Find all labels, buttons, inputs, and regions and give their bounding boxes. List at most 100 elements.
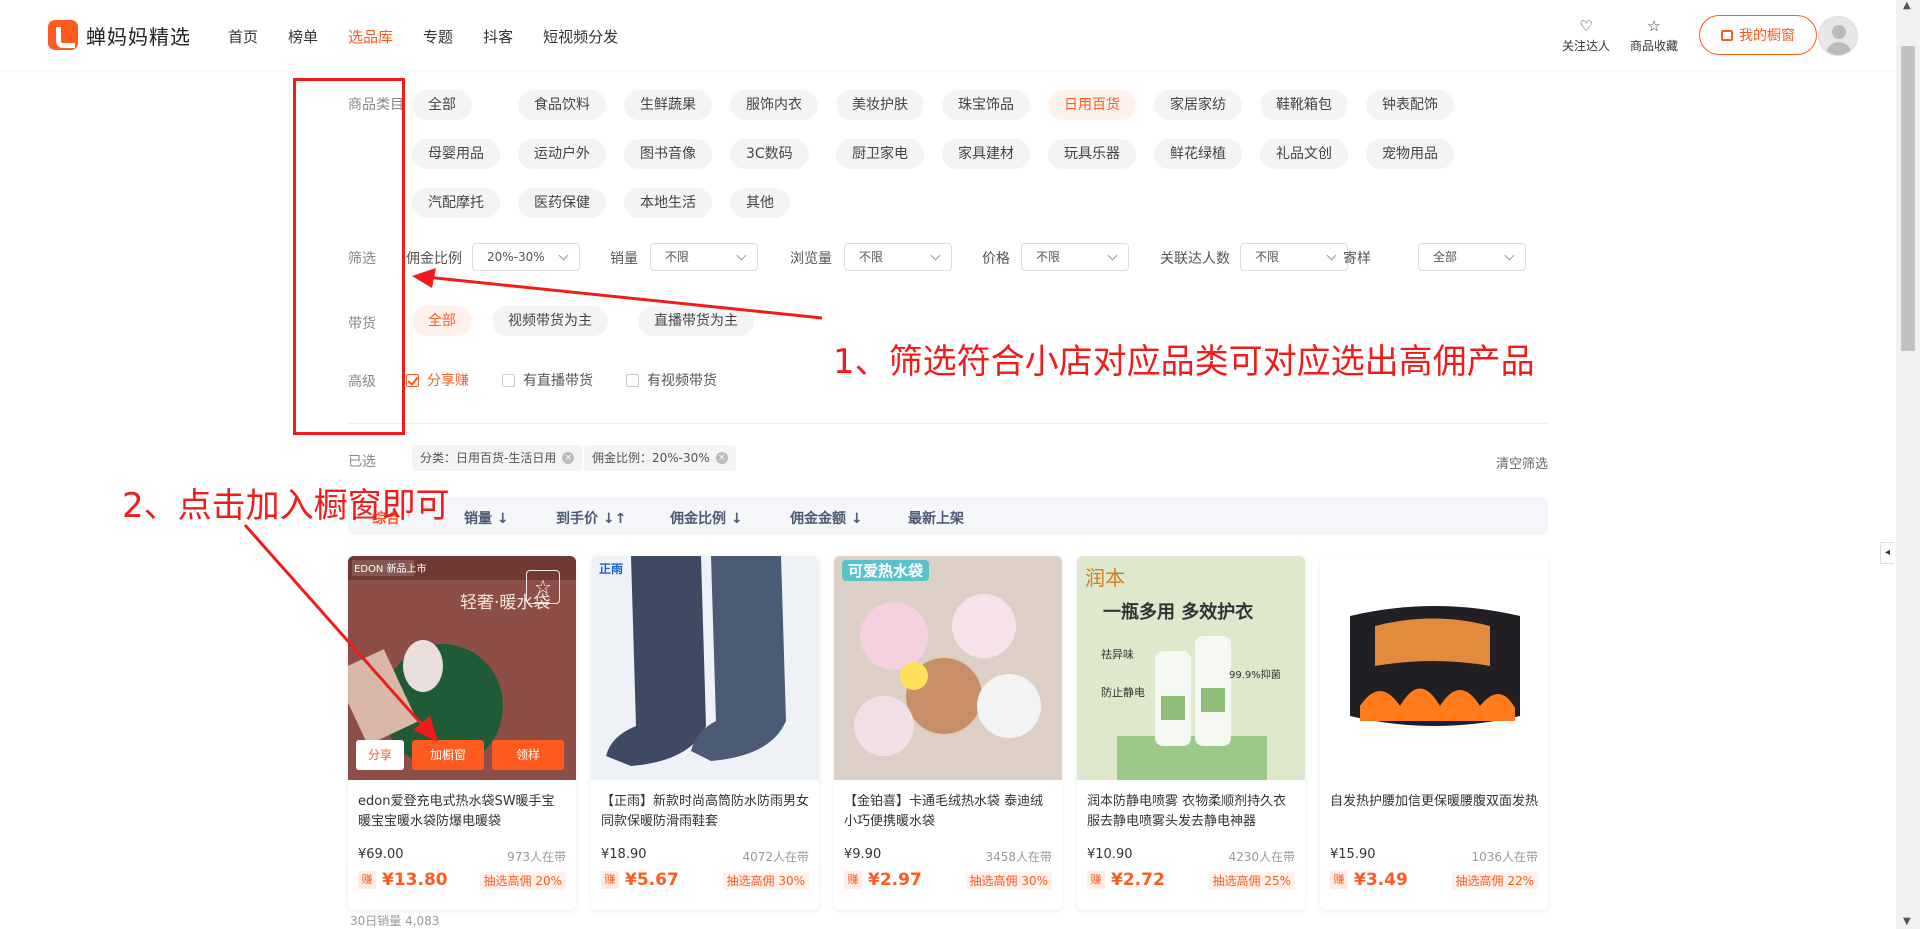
filter-select-dropdown[interactable]: 不限	[1021, 243, 1129, 271]
influencer-count: 973人在带	[507, 850, 566, 864]
category-chip[interactable]: 日用百货	[1048, 90, 1136, 120]
window-label: 我的橱窗	[1739, 28, 1795, 44]
category-chip[interactable]: 其他	[730, 188, 790, 218]
close-icon[interactable]: ×	[715, 452, 728, 464]
category-chip[interactable]: 厨卫家电	[836, 139, 924, 169]
earn-tag: 赚	[844, 871, 862, 889]
add-to-window-button[interactable]: 加橱窗	[412, 740, 484, 770]
sort-sales[interactable]: 销量 ↓	[464, 508, 509, 528]
nav-topics[interactable]: 专题	[423, 26, 453, 47]
feature-point: 祛异味	[1101, 648, 1134, 661]
product-title[interactable]: 【金铂喜】卡通毛绒热水袋 泰迪绒小巧便携暖水袋	[844, 792, 1052, 832]
filter-select-dropdown[interactable]: 不限	[650, 243, 758, 271]
filter-select-dropdown[interactable]: 全部	[1418, 243, 1526, 271]
follow-label: 关注达人	[1561, 39, 1610, 53]
checkbox-unchecked	[502, 373, 515, 387]
product-collect-button[interactable]: ☆ 商品收藏	[1624, 18, 1684, 54]
my-window-button[interactable]: 我的橱窗	[1699, 15, 1817, 55]
logo-text: 蝉妈妈精选	[86, 24, 191, 49]
earn-amount: ¥2.72	[1111, 870, 1165, 890]
avatar[interactable]	[1818, 16, 1858, 56]
goods-option-live[interactable]: 直播带货为主	[638, 306, 754, 336]
product-title[interactable]: 润本防静电喷雾 衣物柔顺剂持久衣服去静电喷雾头发去静电神器	[1087, 792, 1295, 832]
earn-row: 赚 ¥5.67	[601, 870, 679, 890]
filter-select-dropdown[interactable]: 20%-30%	[472, 243, 580, 271]
request-sample-button[interactable]: 领样	[492, 740, 564, 770]
category-chip[interactable]: 礼品文创	[1260, 139, 1348, 169]
scroll-down-arrow-icon[interactable]: ▼	[1903, 916, 1911, 927]
earn-amount: ¥2.97	[868, 870, 922, 890]
close-icon[interactable]: ×	[562, 452, 575, 464]
category-chip[interactable]: 3C数码	[730, 139, 809, 169]
category-chip[interactable]: 本地生活	[624, 188, 712, 218]
category-chip[interactable]: 珠宝饰品	[942, 90, 1030, 120]
category-chip[interactable]: 服饰内衣	[730, 90, 818, 120]
category-chip[interactable]: 食品饮料	[518, 90, 606, 120]
share-button[interactable]: 分享	[356, 740, 404, 770]
product-card[interactable]: 可爱热水袋 【金铂喜】卡通毛绒热水袋 泰迪绒小巧便携暖水袋 ¥9.90 3458…	[834, 556, 1062, 910]
nav-ranking[interactable]: 榜单	[288, 26, 318, 47]
live-goods-checkbox[interactable]: 有直播带货	[502, 370, 593, 390]
earn-amount: ¥13.80	[382, 870, 448, 890]
favorite-icon[interactable]: ☆	[526, 570, 560, 604]
category-chip[interactable]: 家居家纺	[1154, 90, 1242, 120]
category-chip[interactable]: 生鲜蔬果	[624, 90, 712, 120]
video-goods-label: 有视频带货	[647, 373, 717, 389]
product-card[interactable]: 正雨 【正雨】新款时尚高筒防水防雨男女同款保暖防滑雨鞋套 ¥18.90 4072…	[591, 556, 819, 910]
earn-row: 赚 ¥2.97	[844, 870, 922, 890]
filter-select-dropdown[interactable]: 不限	[844, 243, 952, 271]
filter-select-label: 价格	[982, 251, 1010, 267]
partial-stat: 30日销量 4,083	[350, 914, 440, 928]
sort-commission-amount[interactable]: 佣金金额 ↓	[790, 508, 863, 528]
category-chip[interactable]: 全部	[412, 90, 472, 120]
feature-point: 99.9%抑菌	[1229, 670, 1281, 681]
logo[interactable]: 蝉妈妈精选	[48, 20, 191, 50]
filter-select-label: 寄样	[1343, 251, 1371, 267]
side-collapse-handle[interactable]: ◂	[1880, 542, 1894, 564]
nav-video-distribution[interactable]: 短视频分发	[543, 26, 618, 47]
video-goods-checkbox[interactable]: 有视频带货	[626, 370, 717, 390]
product-title[interactable]: 自发热护腰加信更保暖腰腹双面发热	[1330, 792, 1538, 832]
scrollbar[interactable]: ▲ ▼	[1896, 0, 1920, 929]
share-earn-checkbox[interactable]: 分享赚	[406, 370, 469, 390]
product-card[interactable]: 润本 一瓶多用 多效护衣 祛异味 防止静电 99.9%抑菌 润本防静电喷雾 衣物…	[1077, 556, 1305, 910]
nav-home[interactable]: 首页	[228, 26, 258, 47]
selected-tag-commission[interactable]: 佣金比例：20%-30% ×	[584, 445, 736, 471]
product-card[interactable]: 自发热护腰加信更保暖腰腹双面发热 ¥15.90 1036人在带 赚 ¥3.49 …	[1320, 556, 1548, 910]
follow-influencer-button[interactable]: ♡ 关注达人	[1556, 18, 1616, 54]
logo-icon	[48, 20, 78, 50]
category-chip[interactable]: 钟表配饰	[1366, 90, 1454, 120]
category-chip[interactable]: 宠物用品	[1366, 139, 1454, 169]
product-title[interactable]: edon爱登充电式热水袋SW暖手宝暖宝宝暖水袋防爆电暖袋	[358, 792, 566, 832]
category-chip[interactable]: 鞋靴箱包	[1260, 90, 1348, 120]
category-chip[interactable]: 医药保健	[518, 188, 606, 218]
sort-newest[interactable]: 最新上架	[908, 508, 964, 528]
clear-filters-link[interactable]: 清空筛选	[1496, 453, 1548, 472]
sort-final-price[interactable]: 到手价 ↓↑	[556, 508, 626, 528]
scroll-up-arrow-icon[interactable]: ▲	[1903, 0, 1911, 11]
share-earn-label: 分享赚	[427, 373, 469, 389]
product-title[interactable]: 【正雨】新款时尚高筒防水防雨男女同款保暖防滑雨鞋套	[601, 792, 809, 832]
category-chip[interactable]: 家具建材	[942, 139, 1030, 169]
scroll-thumb[interactable]	[1901, 46, 1915, 351]
filter-select-dropdown[interactable]: 不限	[1240, 243, 1348, 271]
category-chip[interactable]: 运动户外	[518, 139, 606, 169]
category-chip[interactable]: 图书音像	[624, 139, 712, 169]
nav-douke[interactable]: 抖客	[483, 26, 513, 47]
category-chip[interactable]: 美妆护肤	[836, 90, 924, 120]
product-price: ¥18.90	[601, 847, 647, 862]
category-chip[interactable]: 母婴用品	[412, 139, 500, 169]
sort-commission-rate[interactable]: 佣金比例 ↓	[670, 508, 743, 528]
goods-option-all[interactable]: 全部	[412, 306, 472, 336]
category-chip[interactable]: 玩具乐器	[1048, 139, 1136, 169]
category-chip[interactable]: 鲜花绿植	[1154, 139, 1242, 169]
brand-badge: 润本	[1085, 566, 1125, 590]
collect-label: 商品收藏	[1629, 39, 1678, 53]
goods-option-video[interactable]: 视频带货为主	[492, 306, 608, 336]
product-card[interactable]: EDON 新品上市 轻奢·暖水袋 ☆ 分享 加橱窗 领样 edon爱登充电式热水…	[348, 556, 576, 910]
nav-product-library[interactable]: 选品库	[348, 26, 393, 47]
commission-rate-badge: 抽选高佣 20%	[479, 872, 566, 890]
influencer-count: 4072人在带	[742, 850, 809, 864]
category-chip[interactable]: 汽配摩托	[412, 188, 500, 218]
selected-tag-category[interactable]: 分类：日用百货-生活日用 ×	[412, 445, 583, 471]
